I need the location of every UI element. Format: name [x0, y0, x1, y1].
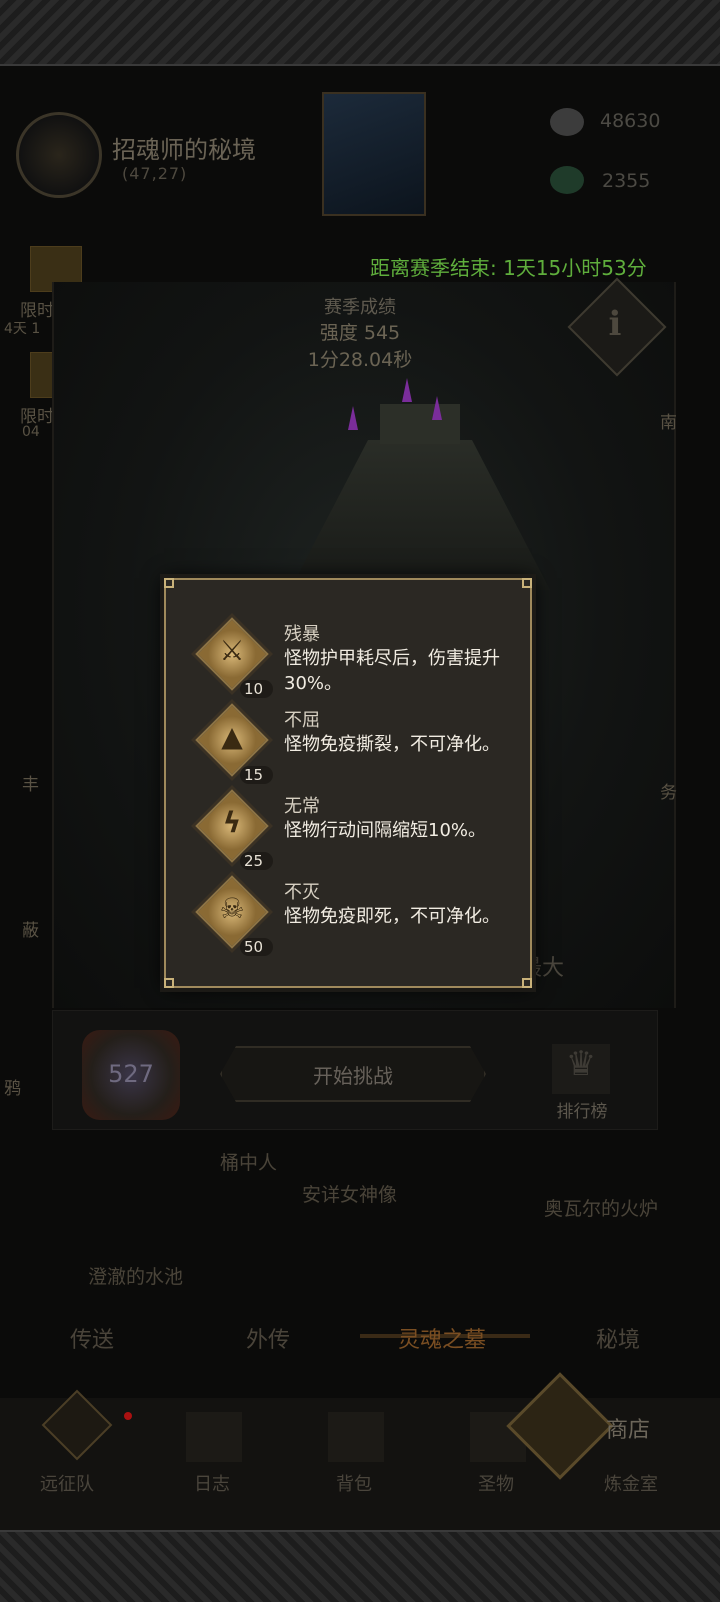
sword-glyph: ⚔: [219, 634, 245, 667]
lightning-glyph: ϟ: [222, 806, 242, 839]
affix-row: ⚔ 10 残暴 怪物护甲耗尽后，伤害提升30%。: [166, 617, 534, 706]
affix-description: 怪物行动间隔缩短10%。: [284, 820, 487, 841]
map-coordinates: (47,27): [122, 164, 188, 183]
shop-label[interactable]: 商店: [606, 1412, 650, 1444]
start-challenge-label: 开始挑战: [313, 1064, 393, 1088]
map-location-label[interactable]: 桶中人: [220, 1148, 277, 1175]
pyramid-top-artwork: [380, 404, 460, 444]
side-left-item4[interactable]: 蔽: [22, 916, 39, 941]
side-right-item1[interactable]: 南: [660, 408, 677, 433]
log-icon[interactable]: [186, 1412, 242, 1462]
popup-corner: [164, 978, 174, 988]
affix-row: ϟ 25 无常 怪物行动间隔缩短10%。: [166, 789, 534, 878]
info-icon: i: [608, 304, 622, 344]
tab-soul-tomb[interactable]: 灵魂之墓: [398, 1322, 486, 1354]
map-title: 招魂师的秘境: [112, 136, 256, 164]
ranking-button-label[interactable]: 排行榜: [545, 1097, 619, 1122]
popup-corner: [522, 578, 532, 588]
resource2-value: 2355: [602, 170, 651, 192]
skull-shield-glyph: ☠: [219, 892, 245, 925]
side-left-item3[interactable]: 丰: [22, 770, 39, 795]
tab-secret-realm[interactable]: 秘境: [596, 1322, 640, 1354]
popup-corner: [522, 978, 532, 988]
season-countdown: 距离赛季结束: 1天15小时53分: [370, 256, 647, 280]
notification-dot: [124, 1412, 132, 1420]
rank-badge-value: 527: [108, 1060, 154, 1088]
nav-bag-label[interactable]: 背包: [336, 1470, 372, 1496]
affix-row: ☠ 50 不灭 怪物免疫即死，不可净化。: [166, 875, 534, 964]
affix-name: 不屈: [284, 710, 320, 731]
gem-resource-icon: [550, 166, 584, 194]
weapon-artwork[interactable]: [322, 92, 426, 216]
nav-expedition-label[interactable]: 远征队: [40, 1470, 94, 1496]
bottom-frame-border: [0, 1530, 720, 1602]
eye-triangle-glyph: ▲: [221, 720, 243, 753]
tab-teleport[interactable]: 传送: [70, 1322, 114, 1354]
affix-description: 怪物免疫撕裂，不可净化。: [284, 734, 500, 755]
map-location-label[interactable]: 安详女神像: [302, 1180, 397, 1207]
map-location-label[interactable]: 澄澈的水池: [88, 1262, 183, 1289]
bag-icon[interactable]: [328, 1412, 384, 1462]
tab-side-story[interactable]: 外传: [246, 1322, 290, 1354]
affix-name: 残暴: [284, 624, 320, 645]
affix-description: 怪物护甲耗尽后，伤害提升30%。: [284, 648, 500, 694]
nav-alchemy-label[interactable]: 炼金室: [604, 1470, 658, 1496]
top-frame-border: [0, 0, 720, 66]
side-left-item2-sub: 04: [22, 424, 40, 440]
affix-name: 无常: [284, 796, 320, 817]
popup-corner: [164, 578, 174, 588]
map-location-label[interactable]: 奥瓦尔的火炉: [544, 1194, 658, 1221]
nav-relic-label[interactable]: 圣物: [478, 1470, 514, 1496]
side-left-item5[interactable]: 鸦: [4, 1074, 21, 1099]
crown-icon[interactable]: ♛: [552, 1044, 610, 1094]
nav-log-label[interactable]: 日志: [194, 1470, 230, 1496]
affix-level: 50: [240, 938, 274, 956]
affix-row: ▲ 15 不屈 怪物免疫撕裂，不可净化。: [166, 703, 534, 792]
affix-description: 怪物免疫即死，不可净化。: [284, 906, 500, 927]
affix-level: 15: [240, 766, 274, 784]
side-right-item2[interactable]: 务: [660, 778, 677, 803]
stone-resource-icon: [550, 108, 584, 136]
resource1-value: 48630: [600, 110, 661, 132]
map-portal-icon[interactable]: [16, 112, 102, 198]
affix-level: 10: [240, 680, 274, 698]
affix-name: 不灭: [284, 882, 320, 903]
affix-tooltip-popup: ⚔ 10 残暴 怪物护甲耗尽后，伤害提升30%。 ▲ 15 不屈 怪物免疫撕裂，…: [164, 578, 532, 988]
affix-level: 25: [240, 852, 274, 870]
